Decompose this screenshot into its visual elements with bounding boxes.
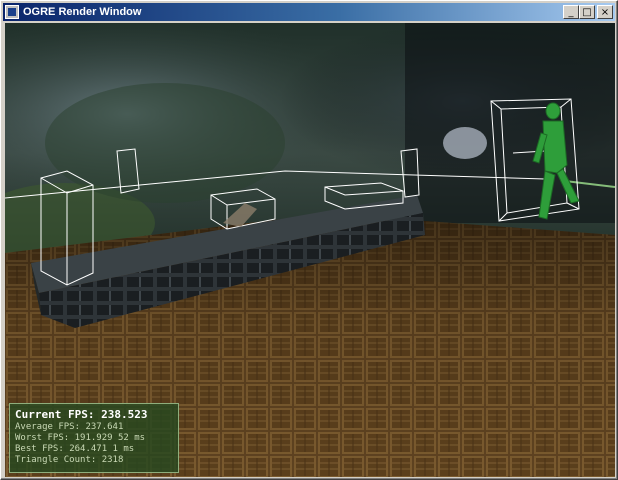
average-fps-row: Average FPS: 237.641 (15, 422, 173, 433)
app-icon[interactable] (5, 5, 19, 19)
current-fps-row: Current FPS: 238.523 (15, 407, 173, 422)
current-fps-label: Current FPS: (15, 408, 95, 421)
fps-stats-overlay: Current FPS: 238.523 Average FPS: 237.64… (9, 403, 179, 473)
best-fps-row: Best FPS: 264.471 1 ms (15, 444, 173, 455)
maximize-button[interactable]: □ (579, 5, 595, 19)
ogre-render-window: OGRE Render Window _ □ × Current FPS: 23… (0, 0, 618, 480)
title-bar[interactable]: OGRE Render Window _ □ × (3, 3, 615, 21)
triangle-count-row: Triangle Count: 2318 (15, 455, 173, 466)
worst-fps-label: Worst FPS: (15, 433, 70, 443)
close-button[interactable]: × (597, 5, 613, 19)
worst-fps-value: 191.929 52 ms (74, 433, 146, 443)
current-fps-value: 238.523 (101, 408, 148, 421)
render-viewport[interactable]: Current FPS: 238.523 Average FPS: 237.64… (5, 23, 615, 477)
window-controls: _ □ × (563, 5, 613, 19)
triangle-count-label: Triangle Count: (15, 455, 97, 465)
background-light-blob (443, 127, 487, 159)
window-title: OGRE Render Window (23, 6, 142, 18)
minimize-button[interactable]: _ (563, 5, 579, 19)
best-fps-value: 264.471 1 ms (69, 444, 135, 454)
average-fps-value: 237.641 (85, 422, 124, 432)
triangle-count-value: 2318 (101, 455, 124, 465)
average-fps-label: Average FPS: (15, 422, 81, 432)
best-fps-label: Best FPS: (15, 444, 64, 454)
worst-fps-row: Worst FPS: 191.929 52 ms (15, 433, 173, 444)
